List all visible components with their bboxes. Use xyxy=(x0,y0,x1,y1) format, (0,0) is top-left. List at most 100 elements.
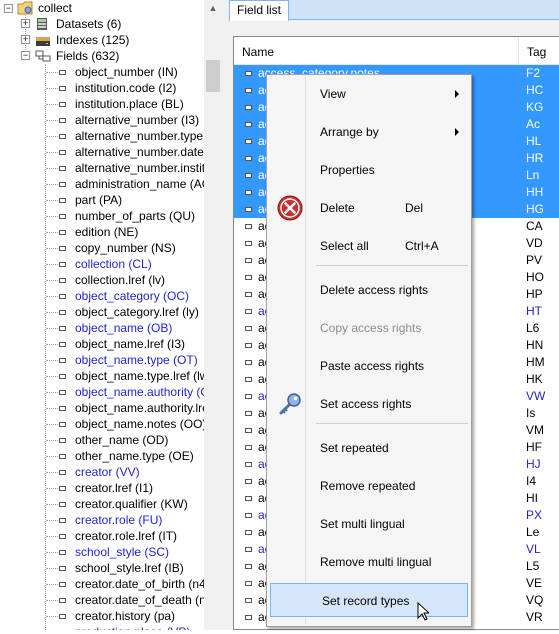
tree-field-item[interactable]: other_name.type (OE) xyxy=(0,448,204,464)
tree-field-item[interactable]: creator.history (pa) xyxy=(0,608,204,624)
tree-field-item[interactable]: alternative_number.institutio xyxy=(0,160,222,176)
tree-field-item[interactable]: alternative_number (I3) xyxy=(0,112,204,128)
tree-field-item[interactable]: creator (VV) xyxy=(0,464,204,480)
row-tag: HK xyxy=(526,372,543,386)
menu-item-properties[interactable]: Properties xyxy=(269,153,469,187)
column-header-name[interactable]: Name xyxy=(234,37,514,65)
tree-field-item[interactable]: number_of_parts (QU) xyxy=(0,208,204,224)
tree-field-item[interactable]: object_name (OB) xyxy=(0,320,204,336)
row-tag: HR xyxy=(526,151,544,165)
tree-field-item[interactable]: object_category (OC) xyxy=(0,288,204,304)
column-header-tag[interactable]: Tag xyxy=(519,37,559,65)
scrollbar-thumb[interactable] xyxy=(206,60,220,92)
field-icon xyxy=(59,118,66,123)
tree-field-label: school_style (SC) xyxy=(75,545,170,559)
tree-field-item[interactable]: creator.role.lref (IT) xyxy=(0,528,204,544)
tree-field-item[interactable]: object_name.lref (I3) xyxy=(0,336,204,352)
tree-field-item[interactable]: creator.date_of_death (n6) xyxy=(0,592,216,608)
tree-field-label: alternative_number.date (I5 xyxy=(75,145,222,159)
tree-node-datasets[interactable]: + Datasets (6) xyxy=(0,16,204,32)
field-icon xyxy=(59,198,66,203)
menu-item-remove-multi-lingual[interactable]: Remove multi lingual xyxy=(269,545,469,579)
tree-root[interactable]: − collect xyxy=(0,0,204,16)
tree-field-item[interactable]: object_name.notes (OO) xyxy=(0,416,206,432)
field-icon xyxy=(245,207,252,212)
tree-field-label: alternative_number (I3) xyxy=(75,113,200,127)
tree-field-label: collection (CL) xyxy=(75,257,152,271)
collapse-toggle-icon[interactable]: − xyxy=(21,51,30,60)
tree-field-item[interactable]: alternative_number.type (I4 xyxy=(0,128,220,144)
tree-node-label: Fields (632) xyxy=(56,49,120,63)
tree-field-item[interactable]: creator.role (FU) xyxy=(0,512,204,528)
collapse-toggle-icon[interactable]: − xyxy=(4,4,13,13)
row-tag: HF xyxy=(526,440,542,454)
tree-field-item[interactable]: creator.date_of_birth (n4) xyxy=(0,576,210,592)
tab-field-list[interactable]: Field list xyxy=(229,0,290,21)
mouse-cursor-icon xyxy=(417,600,431,634)
tree-field-item[interactable]: object_name.authority (OA) xyxy=(0,384,222,400)
tree-field-item[interactable]: object_name.authority.lref (I xyxy=(0,400,222,416)
tree-field-item[interactable]: alternative_number.date (I5 xyxy=(0,144,221,160)
tree-field-item[interactable]: edition (NE) xyxy=(0,224,204,240)
menu-item-label: Paste access rights xyxy=(320,359,425,373)
field-icon xyxy=(245,241,252,246)
menu-item-set-access-rights[interactable]: Set access rights xyxy=(269,387,469,421)
tree-field-item[interactable]: other_name (OD) xyxy=(0,432,204,448)
tree-field-item[interactable]: copy_number (NS) xyxy=(0,240,204,256)
tree-field-label: other_name.type (OE) xyxy=(75,449,194,463)
tree-scrollbar[interactable]: ▲ xyxy=(204,0,222,630)
field-icon xyxy=(59,550,66,555)
field-icon xyxy=(245,326,252,331)
field-icon xyxy=(245,190,252,195)
menu-item-set-repeated[interactable]: Set repeated xyxy=(269,431,469,465)
tree-field-item[interactable]: creator.lref (I1) xyxy=(0,480,204,496)
menu-item-select-all[interactable]: Select all Ctrl+A xyxy=(269,229,469,263)
field-icon xyxy=(59,454,66,459)
menu-item-paste-access-rights[interactable]: Paste access rights xyxy=(269,349,469,383)
tree-node-indexes[interactable]: + Indexes (125) xyxy=(0,32,204,48)
menu-item-delete-access-rights[interactable]: Delete access rights xyxy=(269,273,469,307)
menu-item-label: Remove multi lingual xyxy=(320,555,432,569)
menu-item-shortcut: Del xyxy=(405,201,424,215)
menu-item-view[interactable]: View xyxy=(269,77,469,111)
menu-item-remove-repeated[interactable]: Remove repeated xyxy=(269,469,469,503)
field-icon xyxy=(59,214,66,219)
tree-field-item[interactable]: creator.qualifier (KW) xyxy=(0,496,204,512)
tree-field-item[interactable]: production.place (VP) xyxy=(0,624,204,630)
splitter[interactable] xyxy=(222,0,229,630)
tree-field-item[interactable]: collection (CL) xyxy=(0,256,204,272)
field-icon xyxy=(245,496,252,501)
tree-field-item[interactable]: institution.place (BL) xyxy=(0,96,204,112)
tree-field-label: creator.date_of_birth (n4) xyxy=(75,577,210,591)
tree-field-item[interactable]: object_category.lref (ly) xyxy=(0,304,204,320)
tree-node-fields[interactable]: − Fields (632) xyxy=(0,48,204,64)
menu-item-copy-access-rights[interactable]: Copy access rights xyxy=(269,311,469,345)
tree-field-item[interactable]: object_number (IN) xyxy=(0,64,204,80)
menu-item-set-record-types[interactable]: Set record types xyxy=(270,583,468,621)
tree-field-item[interactable]: part (PA) xyxy=(0,192,204,208)
menu-item-set-multi-lingual[interactable]: Set multi lingual xyxy=(269,507,469,541)
tree-field-item[interactable]: collection.lref (lv) xyxy=(0,272,204,288)
row-tag: PV xyxy=(526,253,543,267)
navigation-tree[interactable]: − collect + Datasets (6) + Indexes (125)… xyxy=(0,0,222,630)
scroll-up-icon[interactable]: ▲ xyxy=(204,0,222,17)
expand-toggle-icon[interactable]: + xyxy=(21,35,30,44)
tree-field-item[interactable]: administration_name (AG) xyxy=(0,176,215,192)
expand-toggle-icon[interactable]: + xyxy=(21,19,30,28)
field-icon xyxy=(59,598,66,603)
field-icon xyxy=(245,258,252,263)
tree-field-item[interactable]: object_name.type (OT) xyxy=(0,352,204,368)
tree-field-item[interactable]: object_name.type.lref (lw) xyxy=(0,368,212,384)
menu-item-label: Select all xyxy=(320,239,369,253)
tree-field-item[interactable]: institution.code (I2) xyxy=(0,80,204,96)
list-header: Name Tag xyxy=(234,37,559,65)
field-icon xyxy=(59,374,66,379)
tree-field-item[interactable]: school_style (SC) xyxy=(0,544,204,560)
field-icon xyxy=(59,310,66,315)
menu-item-delete[interactable]: Delete Del xyxy=(269,191,469,225)
tree-field-label: object_name.type (OT) xyxy=(75,353,198,367)
menu-item-arrange-by[interactable]: Arrange by xyxy=(269,115,469,149)
tree-field-item[interactable]: school_style.lref (IB) xyxy=(0,560,204,576)
tree-field-label: production.place (VP) xyxy=(75,624,190,630)
field-icon xyxy=(245,156,252,161)
